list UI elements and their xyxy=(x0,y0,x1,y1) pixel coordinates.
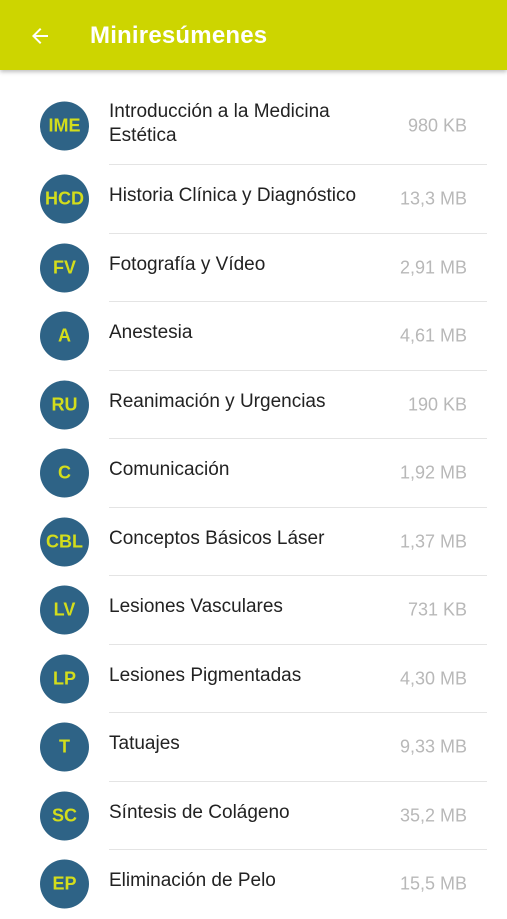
list-item[interactable]: SC Síntesis de Colágeno 35,2 MB xyxy=(0,782,507,850)
avatar: IME xyxy=(40,101,89,151)
item-size: 9,33 MB xyxy=(399,736,467,757)
list-item[interactable]: LP Lesiones Pigmentadas 4,30 MB xyxy=(0,645,507,713)
item-size: 13,3 MB xyxy=(399,188,467,209)
item-title: Conceptos Básicos Láser xyxy=(109,527,325,549)
item-title: Síntesis de Colágeno xyxy=(109,801,290,823)
avatar: SC xyxy=(40,791,89,841)
item-size: 1,37 MB xyxy=(399,531,467,552)
item-title: Introducción a la Medicina Estética xyxy=(109,101,330,146)
item-title: Lesiones Vasculares xyxy=(109,596,283,618)
list-item[interactable]: CBL Conceptos Básicos Láser 1,37 MB xyxy=(0,508,507,576)
item-size: 731 KB xyxy=(407,599,467,620)
item-size: 1,92 MB xyxy=(399,462,467,483)
avatar: LP xyxy=(40,654,89,704)
item-size: 4,30 MB xyxy=(399,668,467,689)
avatar: T xyxy=(40,722,89,772)
item-title: Historia Clínica y Diagnóstico xyxy=(109,185,357,207)
item-size: 190 KB xyxy=(407,394,467,415)
list-item[interactable]: EP Eliminación de Pelo 15,5 MB xyxy=(0,850,507,919)
summary-list: IME Introducción a la Medicina Estética … xyxy=(0,92,507,919)
avatar: HCD xyxy=(40,174,89,224)
app-bar: Miniresúmenes xyxy=(0,0,507,70)
item-title: Eliminación de Pelo xyxy=(109,870,276,892)
item-title: Tatuajes xyxy=(109,733,180,755)
avatar: LV xyxy=(40,585,89,635)
avatar: EP xyxy=(40,859,89,909)
list-item[interactable]: IME Introducción a la Medicina Estética … xyxy=(0,92,507,165)
avatar: C xyxy=(40,448,89,498)
avatar: A xyxy=(40,311,89,361)
list-item[interactable]: LV Lesiones Vasculares 731 KB xyxy=(0,576,507,645)
back-button[interactable] xyxy=(24,20,56,52)
item-title: Anestesia xyxy=(109,322,193,344)
list-item[interactable]: FV Fotografía y Vídeo 2,91 MB xyxy=(0,234,507,302)
item-title: Comunicación xyxy=(109,459,230,481)
item-title: Fotografía y Vídeo xyxy=(109,253,266,275)
item-size: 4,61 MB xyxy=(399,325,467,346)
avatar: RU xyxy=(40,380,89,430)
item-size: 35,2 MB xyxy=(399,805,467,826)
item-title: Lesiones Pigmentadas xyxy=(109,664,302,686)
list-item[interactable]: C Comunicación 1,92 MB xyxy=(0,439,507,508)
list-item[interactable]: A Anestesia 4,61 MB xyxy=(0,302,507,371)
item-size: 15,5 MB xyxy=(399,873,467,894)
list-item[interactable]: T Tatuajes 9,33 MB xyxy=(0,713,507,782)
list-item[interactable]: HCD Historia Clínica y Diagnóstico 13,3 … xyxy=(0,165,507,234)
item-title: Reanimación y Urgencias xyxy=(109,390,326,412)
avatar: FV xyxy=(40,243,89,293)
item-size: 2,91 MB xyxy=(399,257,467,278)
page-title: Miniresúmenes xyxy=(90,22,268,49)
list-item[interactable]: RU Reanimación y Urgencias 190 KB xyxy=(0,371,507,439)
avatar: CBL xyxy=(40,517,89,567)
item-size: 980 KB xyxy=(407,115,467,136)
arrow-left-icon xyxy=(28,24,52,48)
